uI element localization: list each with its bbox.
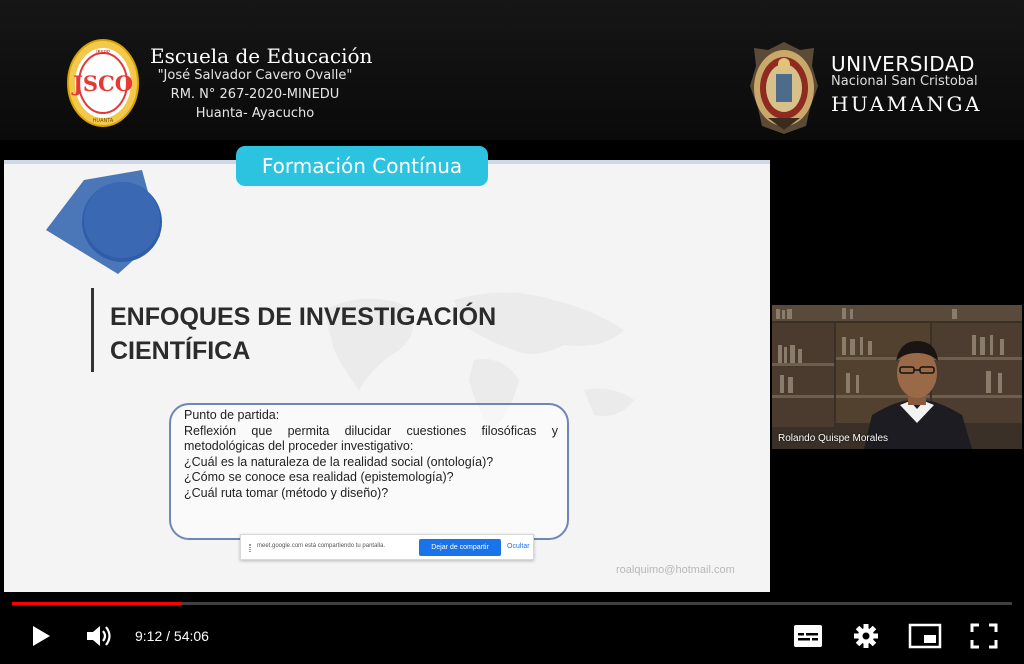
slide-title-bar (91, 288, 94, 372)
slide-box-content: Punto de partida: Reflexión que permita … (184, 408, 558, 501)
player-controls: 9:12 / 54:06 (0, 606, 1024, 664)
school-location: Huanta- Ayacucho (195, 106, 315, 121)
box-line-4: ¿Cuál es la naturaleza de la realidad so… (184, 454, 494, 469)
subtitles-icon[interactable] (793, 624, 823, 648)
settings-icon[interactable] (853, 623, 879, 649)
progress-bar[interactable] (12, 602, 1012, 605)
shared-slide: ENFOQUES DE INVESTIGACIÓN CIENTÍFICA Pun… (4, 160, 770, 592)
slide-decorative-shape (46, 170, 162, 274)
school-logo-bottom-text: HUANTA (93, 118, 114, 124)
stop-sharing-button[interactable]: Dejar de compartir (419, 539, 501, 556)
slide-title: ENFOQUES DE INVESTIGACIÓN CIENTÍFICA (110, 300, 610, 368)
box-line-6: ¿Cuál ruta tomar (método y diseño)? (184, 485, 389, 500)
box-line-2: Reflexión que permita dilucidar cuestion… (184, 423, 558, 438)
fullscreen-icon[interactable] (970, 623, 998, 649)
progress-bar-played (12, 602, 182, 605)
hide-share-bar-link[interactable]: Ocultar (507, 543, 530, 550)
university-subtitle: Nacional San Cristobal (831, 74, 978, 89)
university-title: UNIVERSIDAD (831, 52, 975, 76)
participant-name: Rolando Quispe Morales (778, 433, 889, 444)
box-line-3: metodológicas del proceder investigativo… (184, 439, 414, 453)
camera-feed-image (772, 305, 1022, 449)
drag-handle-icon[interactable] (249, 544, 251, 552)
box-line-5: ¿Cómo se conoce esa realidad (epistemolo… (184, 470, 454, 484)
participant-camera: Rolando Quispe Morales (772, 305, 1022, 449)
school-name: Escuela de Educación (150, 44, 373, 68)
slide-title-line-1: ENFOQUES DE INVESTIGACIÓN (110, 303, 497, 331)
university-seal (750, 42, 818, 134)
header-banner: IESPP JSCO HUANTA Escuela de Educación "… (0, 0, 1024, 140)
school-full-name: "José Salvador Cavero Ovalle" (157, 68, 353, 83)
share-status-text: meet.google.com está compartiendo tu pan… (257, 543, 386, 549)
volume-icon[interactable] (85, 623, 113, 649)
slide-email: roalquimo@hotmail.com (616, 564, 735, 576)
screen-share-bar: meet.google.com está compartiendo tu pan… (240, 534, 534, 560)
time-display: 9:12 / 54:06 (135, 628, 209, 644)
box-line-1: Punto de partida: (184, 408, 280, 422)
formacion-banner: Formación Contínua (236, 146, 488, 186)
school-logo-top-text: IESPP (96, 50, 110, 56)
miniplayer-icon[interactable] (908, 623, 942, 649)
slide-title-line-2: CIENTÍFICA (110, 337, 251, 365)
school-resolution: RM. N° 267-2020-MINEDU (170, 87, 340, 102)
school-logo: IESPP JSCO HUANTA (67, 39, 139, 127)
play-icon[interactable] (30, 624, 52, 648)
school-logo-text: JSCO (71, 71, 133, 96)
university-city: HUAMANGA (831, 92, 982, 116)
